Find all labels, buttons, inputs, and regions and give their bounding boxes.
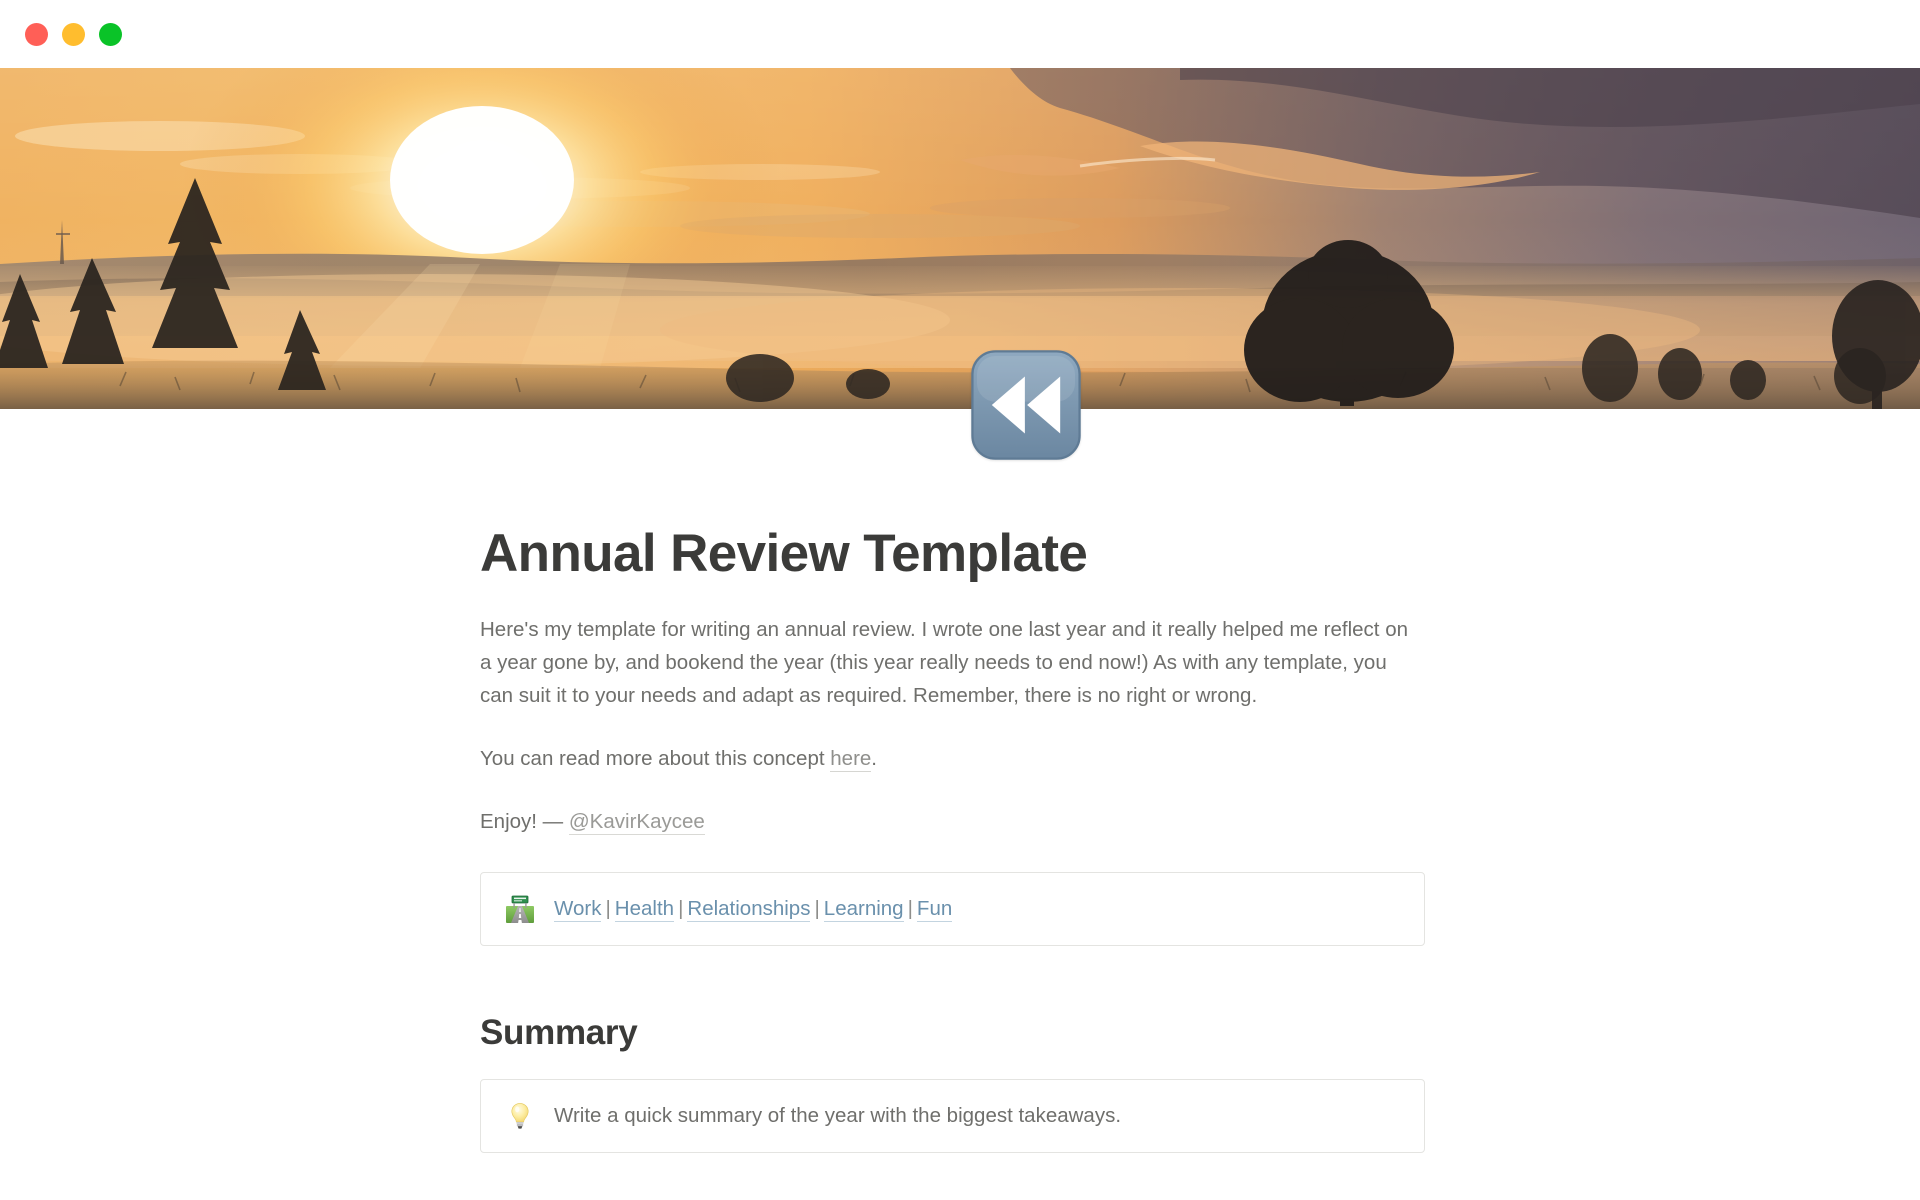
- page-cover-image[interactable]: [0, 68, 1920, 409]
- nav-link-health[interactable]: Health: [614, 897, 675, 923]
- nav-link-fun[interactable]: Fun: [916, 897, 953, 923]
- window-titlebar: [0, 0, 1920, 68]
- author-mention-link[interactable]: @KavirKaycee: [568, 810, 705, 836]
- maximize-window-button[interactable]: [99, 22, 122, 46]
- read-more-suffix: .: [871, 747, 877, 771]
- close-window-button[interactable]: [25, 22, 48, 46]
- summary-heading: Summary: [480, 1013, 638, 1053]
- intro-paragraph: Here's my template for writing an annual…: [480, 618, 1409, 708]
- read-more-paragraph: You can read more about this concept her…: [480, 742, 1425, 775]
- motorway-emoji-glyph: [506, 895, 534, 924]
- navigation-links: Work | Health | Relationships | Learning | Fun: [554, 894, 953, 924]
- page-title: Annual Review Template: [480, 524, 1088, 583]
- minimize-window-button[interactable]: [62, 22, 85, 46]
- lightbulb-emoji-glyph: [511, 1103, 529, 1129]
- nav-link-work[interactable]: Work: [554, 897, 602, 923]
- summary-callout-text: Write a quick summary of the year with t…: [554, 1104, 1122, 1128]
- nav-link-relationships[interactable]: Relationships: [687, 897, 811, 923]
- page-body: Annual Review Template Here's my templat…: [0, 350, 1920, 1200]
- rewind-emoji-glyph: [971, 350, 1081, 460]
- nav-link-learning[interactable]: Learning: [823, 897, 904, 923]
- nav-separator-3: |: [814, 897, 820, 921]
- read-more-prefix: You can read more about this concept: [480, 747, 831, 771]
- lightbulb-emoji-icon: [505, 1101, 535, 1131]
- signoff-prefix: Enjoy! —: [480, 810, 569, 834]
- here-link[interactable]: here: [830, 747, 872, 773]
- summary-callout: Write a quick summary of the year with t…: [480, 1079, 1425, 1154]
- rewind-emoji-icon[interactable]: [969, 348, 1083, 462]
- traffic-lights: [25, 22, 122, 46]
- motorway-emoji-icon: [505, 894, 535, 924]
- signoff-paragraph: Enjoy! — @KavirKaycee: [480, 805, 1425, 838]
- app-window: Annual Review Template Here's my templat…: [0, 0, 1920, 1200]
- nav-separator-4: |: [907, 897, 913, 921]
- page-content: Annual Review Template Here's my templat…: [480, 350, 1440, 1154]
- nav-separator-1: |: [605, 897, 611, 921]
- navigation-callout: Work | Health | Relationships | Learning | Fun: [480, 872, 1425, 947]
- nav-separator-2: |: [678, 897, 684, 921]
- cover-illustration: [0, 68, 1920, 409]
